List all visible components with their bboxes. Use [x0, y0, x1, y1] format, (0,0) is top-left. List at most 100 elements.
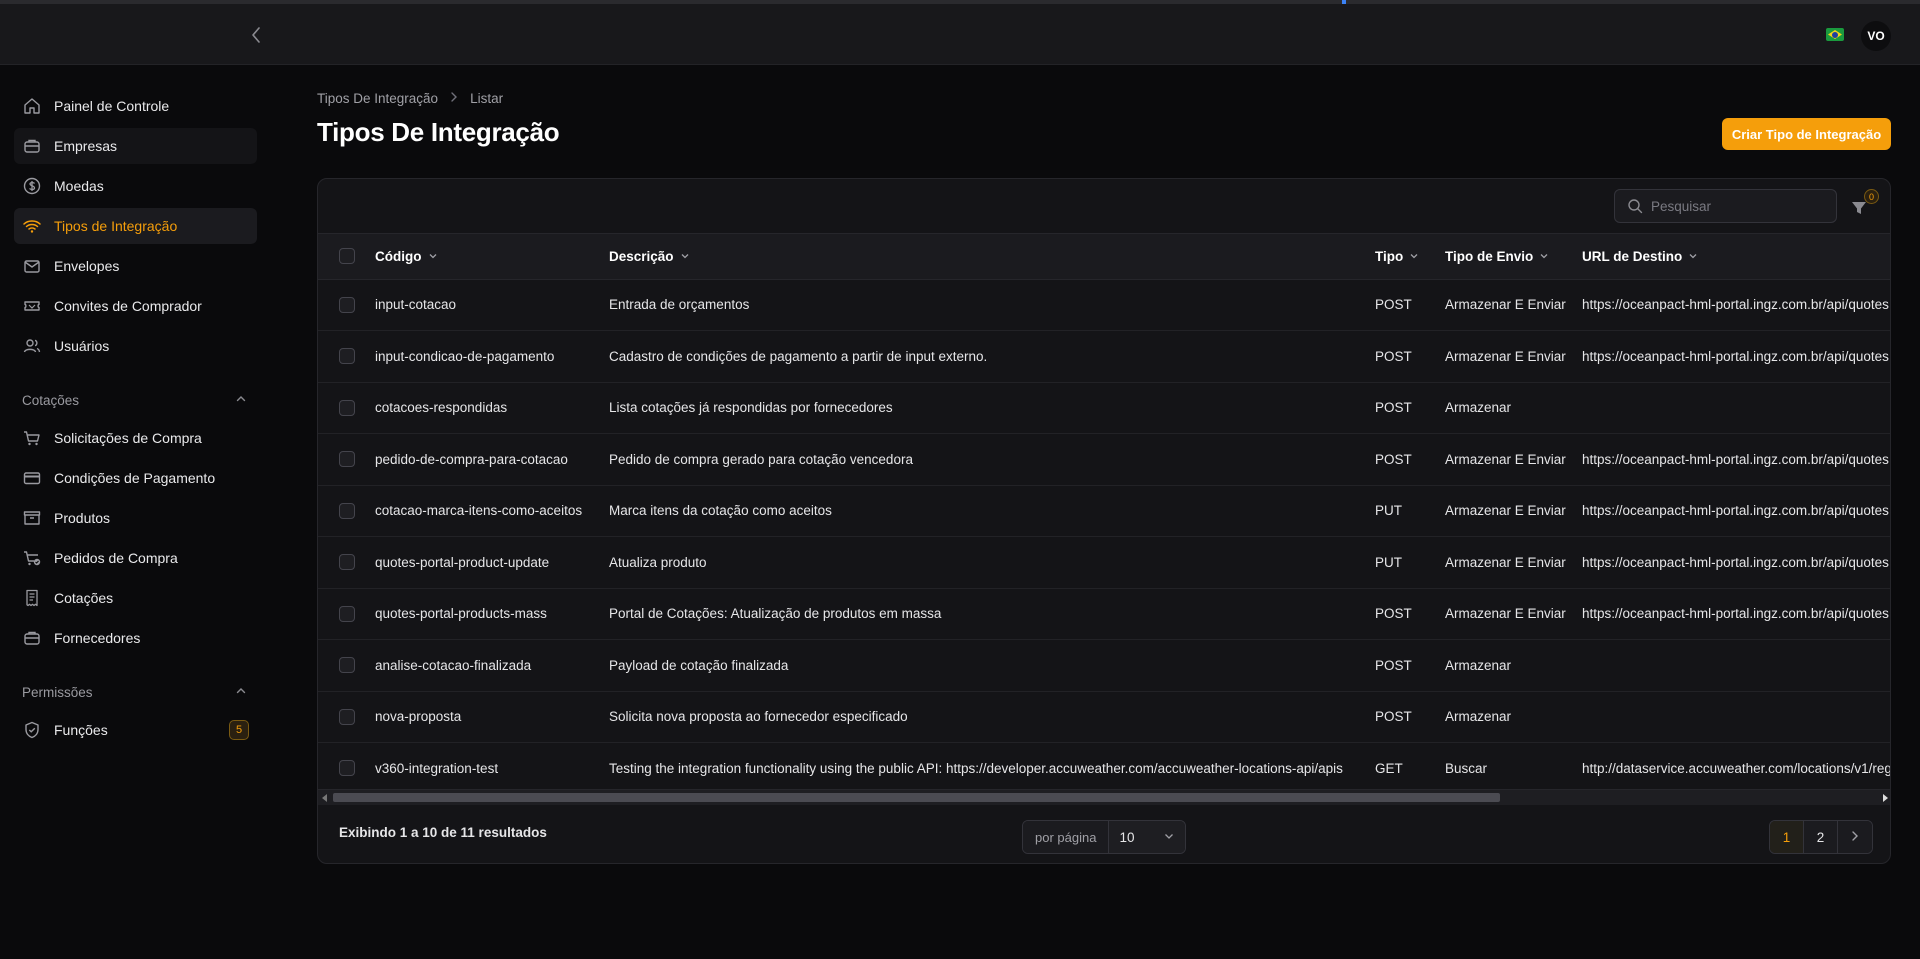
row-checkbox[interactable]: [339, 605, 355, 622]
table-row[interactable]: analise-cotacao-finalizada Payload de cot…: [318, 640, 1890, 691]
sidebar-group-cotacoes[interactable]: Cotações: [14, 382, 257, 418]
sidebar-item-cotacoes[interactable]: Cotações: [14, 580, 257, 616]
sidebar-group-permissoes[interactable]: Permissões: [14, 674, 257, 710]
sidebar-item-label: Funções: [54, 722, 108, 738]
per-page-dropdown[interactable]: 10: [1109, 821, 1186, 853]
sidebar-item-condicoes-de-pagamento[interactable]: Condições de Pagamento: [14, 460, 257, 496]
cell-tipo: POST: [1375, 606, 1412, 622]
next-page-button[interactable]: [1838, 821, 1872, 853]
cell-tipo-de-envio: Armazenar E Enviar: [1445, 554, 1566, 570]
dollar-circle-icon: [22, 176, 42, 196]
table-row[interactable]: cotacao-marca-itens-como-aceitos Marca it…: [318, 485, 1890, 537]
table-footer: Exibindo 1 a 10 de 11 resultados por pág…: [318, 805, 1890, 863]
row-checkbox[interactable]: [339, 348, 355, 365]
scroll-left-arrow-icon[interactable]: [322, 794, 327, 802]
sidebar-item-pedidos-de-compra[interactable]: Pedidos de Compra: [14, 540, 257, 576]
row-checkbox[interactable]: [339, 708, 355, 725]
cell-tipo-de-envio: Armazenar E Enviar: [1445, 348, 1566, 364]
results-summary: Exibindo 1 a 10 de 11 resultados: [339, 825, 547, 840]
search-box: [1614, 189, 1837, 223]
sidebar-item-label: Convites de Comprador: [54, 298, 202, 314]
create-integration-type-button[interactable]: Criar Tipo de Integração: [1722, 118, 1891, 150]
cell-tipo-de-envio: Armazenar E Enviar: [1445, 606, 1566, 622]
breadcrumb-link[interactable]: Tipos De Integração: [317, 91, 438, 106]
sidebar-item-fornecedores[interactable]: Fornecedores: [14, 620, 257, 656]
ticket-icon: [22, 296, 42, 316]
cell-descricao: Cadastro de condições de pagamento a par…: [609, 348, 988, 364]
sidebar-item-solicitacoes-de-compra[interactable]: Solicitações de Compra: [14, 420, 257, 456]
row-checkbox[interactable]: [339, 554, 355, 571]
table-row[interactable]: cotacoes-respondidas Lista cotações já re…: [318, 382, 1890, 434]
select-all-checkbox[interactable]: [339, 248, 355, 265]
cell-codigo: quotes-portal-products-mass: [375, 606, 547, 622]
cell-url-de-destino: https://oceanpact-hml-portal.ingz.com.br…: [1582, 348, 1889, 364]
avatar[interactable]: VO: [1861, 21, 1891, 51]
table-header-row: Código Descrição Tipo Tipo de Envio URL …: [318, 234, 1890, 280]
chevron-down-icon: [1539, 251, 1549, 261]
sidebar-item-tipos-de-integracao[interactable]: Tipos de Integração: [14, 208, 257, 244]
table-body: input-cotacao Entrada de orçamentos POST Ar…: [318, 279, 1890, 790]
home-icon: [22, 96, 42, 116]
cell-tipo: POST: [1375, 348, 1412, 364]
sidebar-item-empresas[interactable]: Empresas: [14, 128, 257, 164]
sidebar-item-label: Usuários: [54, 338, 110, 354]
cell-codigo: analise-cotacao-finalizada: [375, 657, 532, 673]
filter-button[interactable]: 0: [1850, 189, 1879, 219]
sidebar-item-produtos[interactable]: Produtos: [14, 500, 257, 536]
table-row[interactable]: input-condicao-de-pagamento Cadastro de c…: [318, 331, 1890, 382]
cart-icon: [22, 428, 42, 448]
row-checkbox[interactable]: [339, 451, 355, 468]
cell-url-de-destino: https://oceanpact-hml-portal.ingz.com.br…: [1582, 554, 1889, 570]
row-checkbox[interactable]: [339, 399, 355, 416]
table-row[interactable]: quotes-portal-products-mass Portal de Cot…: [318, 588, 1890, 640]
sidebar-item-funcoes[interactable]: Funções 5: [14, 712, 257, 748]
cell-codigo: input-cotacao: [375, 297, 457, 313]
briefcase-icon: [22, 136, 42, 156]
cart-check-icon: [22, 548, 42, 568]
cell-codigo: v360-integration-test: [375, 760, 499, 776]
top-bar: VO: [0, 4, 1920, 65]
sidebar-item-moedas[interactable]: Moedas: [14, 168, 257, 204]
search-input[interactable]: [1651, 198, 1821, 214]
brazil-flag-icon[interactable]: [1826, 28, 1844, 41]
scroll-right-arrow-icon[interactable]: [1883, 794, 1888, 802]
users-icon: [22, 336, 42, 356]
table-row[interactable]: input-cotacao Entrada de orçamentos POST Ar…: [318, 279, 1890, 331]
page-title: Tipos De Integração: [317, 117, 560, 147]
row-checkbox[interactable]: [339, 296, 355, 313]
chevron-up-icon: [235, 685, 247, 700]
cell-url-de-destino: [1582, 382, 1890, 434]
column-header-codigo[interactable]: Código: [375, 234, 609, 280]
table-scroll-area[interactable]: Código Descrição Tipo Tipo de Envio URL …: [318, 234, 1890, 790]
sidebar-group-label: Permissões: [22, 684, 93, 700]
receipt-icon: [22, 588, 42, 608]
horizontal-scrollbar[interactable]: [318, 789, 1890, 805]
table-row[interactable]: nova-proposta Solicita nova proposta ao f…: [318, 691, 1890, 743]
sidebar-item-label: Produtos: [54, 510, 111, 526]
table-row[interactable]: quotes-portal-product-update Atualiza pro…: [318, 537, 1890, 588]
chevron-left-icon[interactable]: [245, 22, 267, 48]
page-button-1[interactable]: 1: [1770, 821, 1804, 853]
scrollbar-thumb[interactable]: [333, 793, 1500, 802]
row-checkbox[interactable]: [339, 760, 355, 777]
row-checkbox[interactable]: [339, 502, 355, 519]
sidebar-item-label: Envelopes: [54, 258, 120, 274]
table-toolbar: 0: [318, 179, 1890, 234]
table-row[interactable]: pedido-de-compra-para-cotacao Pedido de c…: [318, 434, 1890, 485]
sidebar-item-envelopes[interactable]: Envelopes: [14, 248, 257, 284]
per-page-select: por página 10: [1022, 820, 1187, 854]
chevron-right-icon: [450, 91, 458, 106]
column-header-descricao[interactable]: Descrição: [609, 234, 1375, 280]
row-checkbox[interactable]: [339, 657, 355, 674]
sidebar-item-painel-de-controle[interactable]: Painel de Controle: [14, 88, 257, 124]
column-header-tipo[interactable]: Tipo: [1375, 234, 1445, 280]
column-header-tipo-de-envio[interactable]: Tipo de Envio: [1445, 234, 1582, 280]
page-button-2[interactable]: 2: [1804, 821, 1838, 853]
column-header-url-de-destino[interactable]: URL de Destino: [1582, 234, 1890, 280]
integration-types-table: Código Descrição Tipo Tipo de Envio URL …: [318, 234, 1890, 790]
sidebar-item-convites-de-comprador[interactable]: Convites de Comprador: [14, 288, 257, 324]
sidebar-item-label: Empresas: [54, 138, 118, 154]
cell-tipo: POST: [1375, 709, 1412, 725]
table-row[interactable]: v360-integration-test Testing the integra…: [318, 743, 1890, 790]
sidebar-item-usuarios[interactable]: Usuários: [14, 328, 257, 364]
